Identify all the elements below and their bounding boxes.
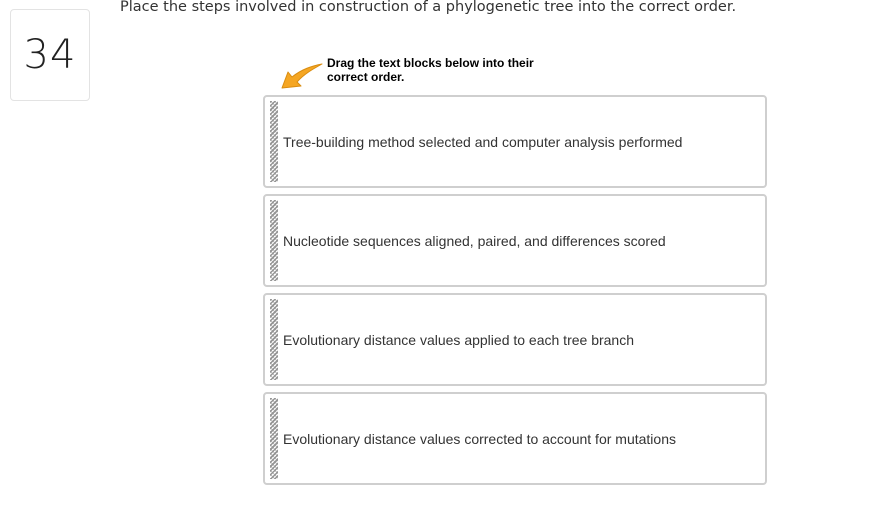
question-prompt: Place the steps involved in construction…	[120, 0, 737, 15]
drag-handle-icon[interactable]	[270, 200, 278, 281]
drag-handle-icon[interactable]	[270, 101, 278, 182]
draggable-step[interactable]: Evolutionary distance values corrected t…	[263, 392, 767, 485]
question-number-box: 34	[10, 9, 90, 101]
draggable-step[interactable]: Evolutionary distance values applied to …	[263, 293, 767, 386]
drag-instruction: Drag the text blocks below into their co…	[327, 56, 534, 84]
sortable-step-list: Tree-building method selected and comput…	[263, 95, 767, 491]
arrow-pointer-icon	[281, 63, 323, 89]
step-label: Evolutionary distance values corrected t…	[283, 430, 676, 447]
step-label: Evolutionary distance values applied to …	[283, 331, 634, 348]
step-label: Nucleotide sequences aligned, paired, an…	[283, 232, 666, 249]
draggable-step[interactable]: Tree-building method selected and comput…	[263, 95, 767, 188]
drag-handle-icon[interactable]	[270, 398, 278, 479]
drag-handle-icon[interactable]	[270, 299, 278, 380]
step-label: Tree-building method selected and comput…	[283, 133, 683, 150]
draggable-step[interactable]: Nucleotide sequences aligned, paired, an…	[263, 194, 767, 287]
question-number: 34	[23, 32, 77, 78]
